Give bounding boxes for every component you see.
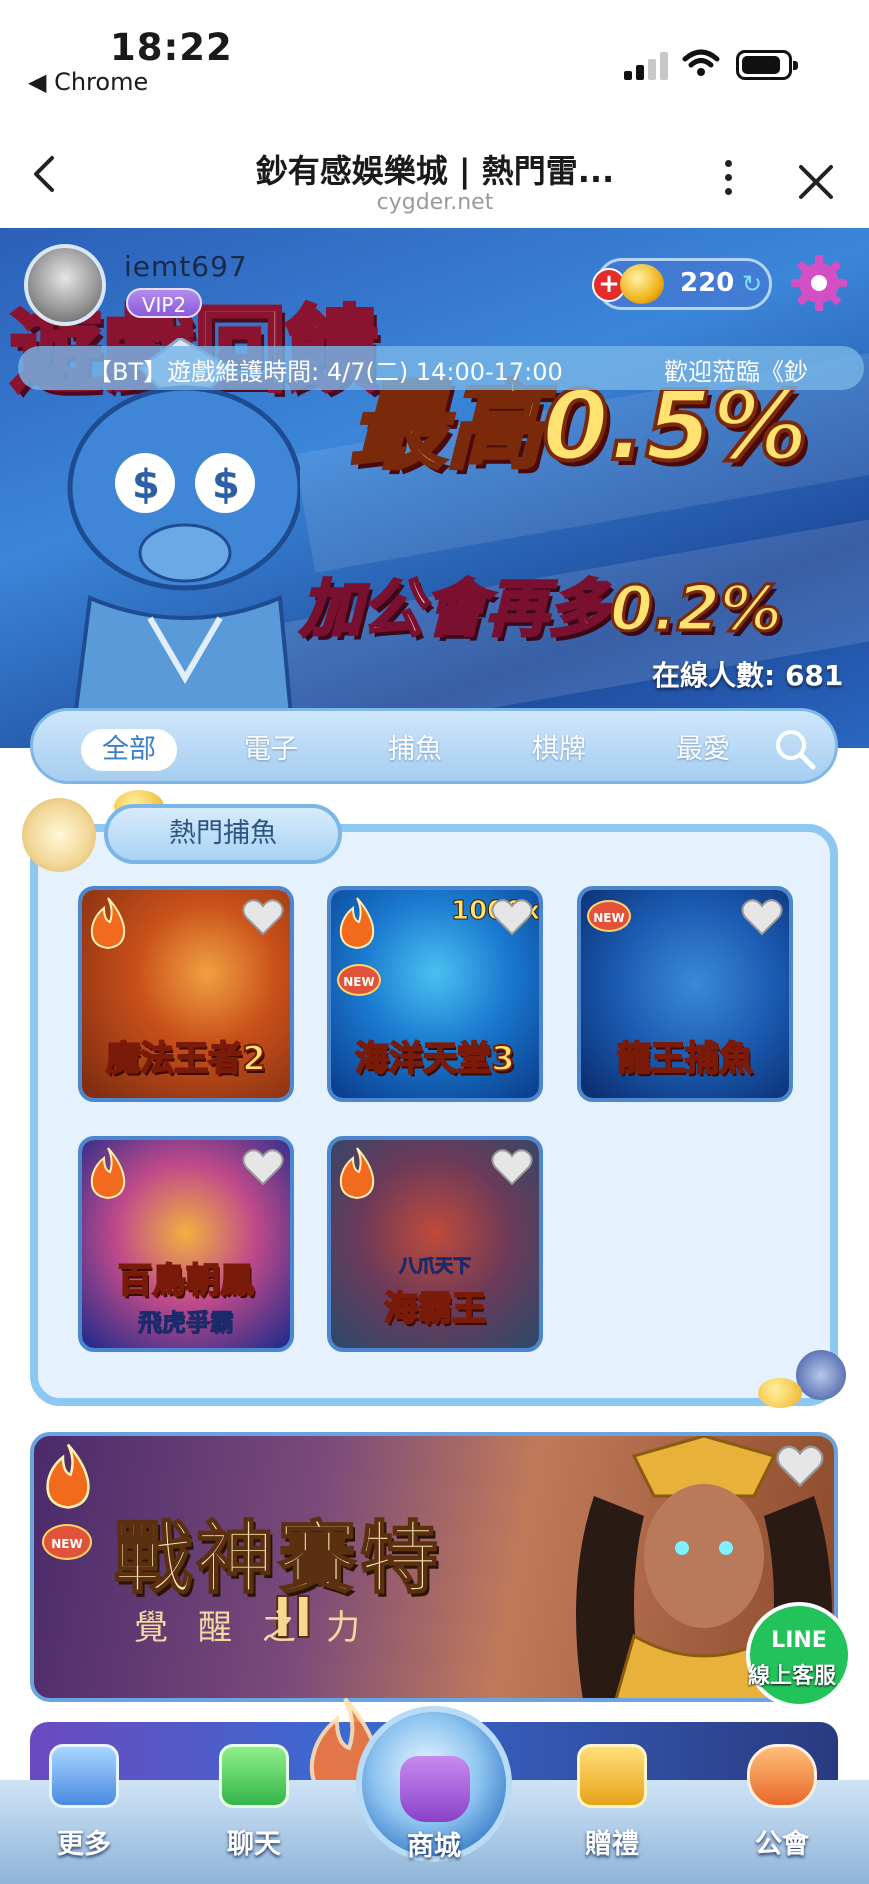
- favorite-heart-icon[interactable]: [741, 898, 783, 936]
- avatar[interactable]: [24, 244, 106, 326]
- more-menu-icon[interactable]: [718, 160, 738, 204]
- nav-chat[interactable]: 聊天: [204, 1744, 304, 1884]
- nav-gift[interactable]: 贈禮: [562, 1744, 662, 1884]
- game-subtitle: 飛虎爭霸: [138, 1309, 235, 1338]
- promo-banner[interactable]: 遊戲回饋 最高0.5% 加公會再多0.2% $ $ iemt697 VIP2 +…: [0, 228, 869, 748]
- featured-game-banner[interactable]: NEW 戰神賽特 II 覺醒之力: [30, 1432, 838, 1702]
- shop-bag-icon: [400, 1756, 470, 1822]
- featured-game-subtitle: 覺醒之力: [134, 1608, 390, 1648]
- signal-icon: [624, 52, 668, 80]
- gift-chest-icon: [577, 1744, 647, 1808]
- tab-slots[interactable]: 電子: [223, 729, 319, 771]
- tab-all[interactable]: 全部: [81, 729, 177, 771]
- nav-more[interactable]: 更多: [34, 1744, 134, 1884]
- section-title: 熱門捕魚: [104, 804, 342, 864]
- hot-fire-icon: [339, 1147, 375, 1200]
- game-name: 龍王捕魚: [616, 1038, 754, 1080]
- page-title: 鈔有感娛樂城 | 熱門雷...: [255, 152, 615, 190]
- refresh-icon[interactable]: ↻: [742, 270, 762, 298]
- status-bar: 18:22 ◀ Chrome: [0, 0, 869, 110]
- gear-icon[interactable]: [790, 254, 848, 312]
- coin-value: 220: [680, 268, 735, 298]
- game-tile[interactable]: NEW 1000x 海洋天堂3: [327, 886, 543, 1102]
- nav-shop[interactable]: 商城: [356, 1706, 512, 1862]
- close-icon[interactable]: [796, 162, 836, 202]
- status-time: 18:22: [110, 26, 233, 69]
- tab-favorites[interactable]: 最愛: [655, 729, 751, 771]
- battery-icon: [736, 50, 798, 80]
- favorite-heart-icon[interactable]: [776, 1444, 824, 1488]
- wifi-icon: [682, 49, 720, 76]
- nav-label: 更多: [57, 1829, 111, 1860]
- hot-fire-icon: [46, 1443, 90, 1509]
- svg-text:$: $: [212, 462, 240, 508]
- favorite-heart-icon[interactable]: [491, 898, 533, 936]
- game-tile[interactable]: 百鳥朝鳳 飛虎爭霸: [78, 1136, 294, 1352]
- chat-icon: [219, 1744, 289, 1808]
- gold-rose-icon: [22, 798, 96, 872]
- new-badge: NEW: [337, 964, 381, 996]
- coin-icon: [620, 264, 664, 304]
- favorite-heart-icon[interactable]: [242, 1148, 284, 1186]
- svg-text:$: $: [132, 462, 160, 508]
- hot-fire-icon: [339, 897, 375, 950]
- page-url: cygder.net: [376, 190, 494, 215]
- game-name: 魔法王者2: [105, 1038, 267, 1080]
- nav-label: 商城: [407, 1831, 461, 1862]
- tab-fishing[interactable]: 捕魚: [367, 729, 463, 771]
- hot-fire-icon: [90, 1147, 126, 1200]
- guild-shield-icon: [747, 1744, 817, 1808]
- game-tile[interactable]: 八爪天下 海霸王: [327, 1136, 543, 1352]
- line-logo: LINE: [771, 1628, 827, 1653]
- support-label: 線上客服: [748, 1664, 837, 1689]
- marquee-text: 【BT】遊戲維護時間: 4/7(二) 14:00-17:00: [88, 358, 563, 386]
- search-icon[interactable]: [773, 727, 817, 771]
- vip-badge: VIP2: [126, 288, 202, 318]
- category-tabs: 全部 電子 捕魚 棋牌 最愛: [30, 708, 838, 784]
- menu-icon: [49, 1744, 119, 1808]
- coins-decoration-icon: [758, 1378, 802, 1408]
- banner-guild-bonus: 加公會再多0.2%: [298, 571, 783, 647]
- game-name: 海霸王: [383, 1288, 487, 1330]
- favorite-heart-icon[interactable]: [491, 1148, 533, 1186]
- browser-toolbar: 鈔有感娛樂城 | 熱門雷... cygder.net: [0, 110, 869, 228]
- dragon-mascot-image: $ $: [67, 338, 300, 748]
- nav-guild[interactable]: 公會: [732, 1744, 832, 1884]
- nav-label: 公會: [755, 1829, 809, 1860]
- game-name: 海洋天堂3: [354, 1038, 516, 1080]
- game-tile[interactable]: 魔法王者2: [78, 886, 294, 1102]
- nav-label: 贈禮: [585, 1829, 639, 1860]
- game-tile[interactable]: NEW 龍王捕魚: [577, 886, 793, 1102]
- online-count: 在線人數: 681: [652, 659, 844, 692]
- nav-label: 聊天: [227, 1829, 281, 1860]
- new-badge: NEW: [42, 1524, 92, 1560]
- back-to-app-link[interactable]: ◀ Chrome: [28, 68, 148, 96]
- back-chevron-icon[interactable]: [26, 154, 66, 194]
- line-support-button[interactable]: LINE: [746, 1602, 852, 1708]
- hot-fire-icon: [90, 897, 126, 950]
- game-name: 百鳥朝鳳: [117, 1260, 255, 1302]
- tab-cards[interactable]: 棋牌: [511, 729, 607, 771]
- username: iemt697: [124, 250, 248, 283]
- announcement-marquee[interactable]: 【BT】遊戲維護時間: 4/7(二) 14:00-17:00 歡迎蒞臨《鈔: [18, 346, 864, 390]
- blue-rose-icon: [796, 1350, 846, 1400]
- favorite-heart-icon[interactable]: [242, 898, 284, 936]
- new-badge: NEW: [587, 900, 631, 932]
- game-subtitle: 八爪天下: [399, 1256, 472, 1278]
- marquee-text-next: 歡迎蒞臨《鈔: [664, 358, 808, 386]
